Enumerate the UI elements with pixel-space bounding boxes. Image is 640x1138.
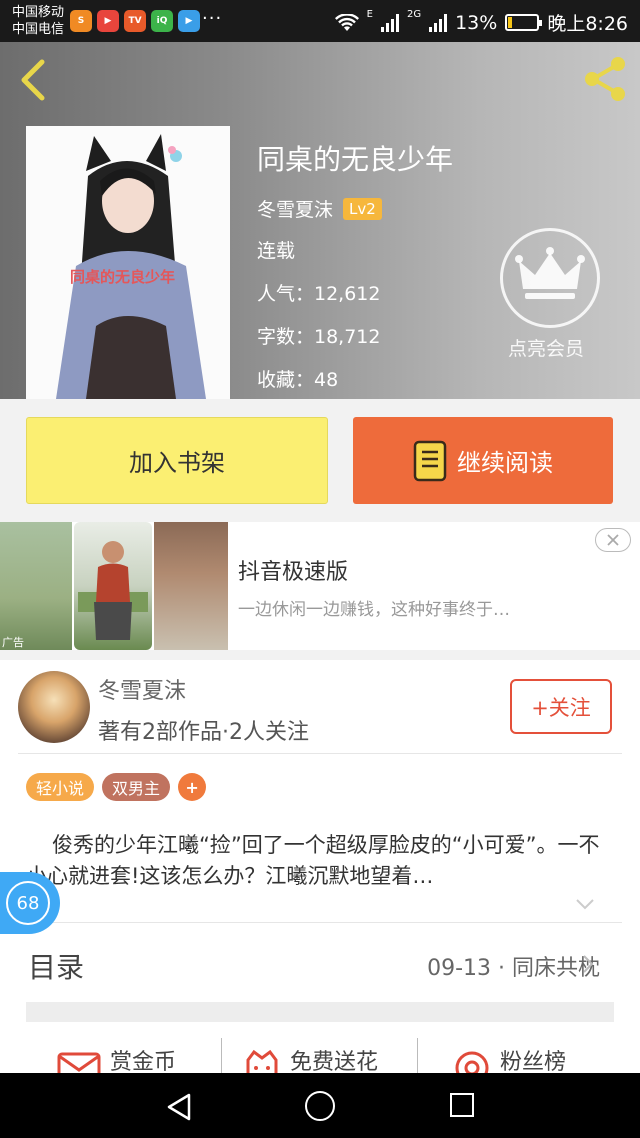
reward-coins-button[interactable]: 赏金币 <box>56 1040 176 1073</box>
notification-icons: S ▶ TV iQ ▶ <box>70 10 200 32</box>
section-divider-bar <box>26 1002 614 1022</box>
floating-badge[interactable]: 68 <box>0 872 60 934</box>
book-title: 同桌的无良少年 <box>257 143 454 176</box>
iqiyi-icon: iQ <box>151 10 173 32</box>
follow-button[interactable]: +关注 <box>510 679 612 734</box>
chevron-right-icon[interactable] <box>580 953 596 975</box>
divider <box>221 1038 222 1073</box>
add-to-shelf-label: 加入书架 <box>129 449 225 477</box>
add-to-shelf-button[interactable]: 加入书架 <box>26 417 328 504</box>
chevron-down-icon[interactable] <box>575 898 595 910</box>
status-bar: 中国移动 中国电信 S ▶ TV iQ ▶ ··· E 2G 13% 晚上8:2… <box>0 0 640 42</box>
latest-chapter[interactable]: 09-13 · 同床共枕 <box>427 950 600 982</box>
fan-ranking-button[interactable]: 粉丝榜 <box>452 1040 566 1073</box>
continue-reading-label: 继续阅读 <box>457 449 553 477</box>
vip-crown-button[interactable] <box>500 228 600 328</box>
system-nav-bar <box>0 1073 640 1138</box>
ad-title: 抖音极速版 <box>238 560 349 585</box>
nav-home-icon[interactable] <box>305 1091 335 1121</box>
wifi-icon <box>334 13 359 31</box>
cover-illustration <box>26 126 230 399</box>
carrier-1: 中国移动 <box>12 5 65 20</box>
carrier-2: 中国电信 <box>12 22 65 37</box>
author-name[interactable]: 冬雪夏沫 <box>257 195 333 222</box>
free-flowers-label: 免费送花 <box>290 1050 379 1073</box>
continue-reading-button[interactable]: 继续阅读 <box>353 417 613 504</box>
divider <box>18 753 622 754</box>
vip-label[interactable]: 点亮会员 <box>508 334 584 361</box>
ad-person-image <box>78 541 148 640</box>
add-tag-button[interactable]: + <box>178 773 207 801</box>
author-level-badge: Lv2 <box>343 197 382 220</box>
share-icon[interactable] <box>580 54 630 104</box>
serial-status: 连载 <box>257 240 296 262</box>
close-icon <box>607 534 619 546</box>
reward-coins-label: 赏金币 <box>110 1050 177 1073</box>
ad-image-left <box>0 522 72 650</box>
nav-recent-apps-icon[interactable] <box>450 1093 474 1117</box>
target-icon <box>455 1051 489 1073</box>
book-intro[interactable]: 俊秀的少年江曦“捡”回了一个超级厚脸皮的“小可爱”。一不小心就进套!这该怎么办？… <box>26 830 614 892</box>
ad-image-center <box>74 522 152 650</box>
more-notifications-icon: ··· <box>202 8 223 29</box>
clock: 晚上8:26 <box>547 13 628 35</box>
tag-light-novel[interactable]: 轻小说 <box>26 773 95 801</box>
crown-icon <box>515 247 585 299</box>
app-notification-icon: S <box>70 10 92 32</box>
network-2-label: 2G <box>406 9 422 20</box>
bottom-action-row: 赏金币 免费送花 粉丝榜 <box>0 1036 640 1073</box>
popularity-count: 人气：12,612 <box>257 283 381 305</box>
book-icon <box>413 440 447 481</box>
fan-ranking-label: 粉丝榜 <box>500 1050 567 1073</box>
video-app-icon: ▶ <box>97 10 119 32</box>
book-cover[interactable]: 同桌的无良少年 <box>26 126 230 399</box>
divider <box>417 1038 418 1073</box>
battery-icon <box>505 14 543 31</box>
signal-icon-1 <box>380 13 399 32</box>
tag-double-male-lead[interactable]: 双男主 <box>102 773 171 801</box>
follow-label: +关注 <box>531 695 591 720</box>
tv-app-icon: TV <box>124 10 146 32</box>
free-flowers-button[interactable]: 免费送花 <box>242 1040 378 1073</box>
author-stats: 著有2部作品·2人关注 <box>98 720 309 745</box>
envelope-icon <box>57 1052 101 1073</box>
toc-label[interactable]: 目录 <box>28 946 84 986</box>
avatar[interactable] <box>18 671 90 743</box>
back-arrow-icon[interactable] <box>14 58 54 102</box>
flower-icon <box>246 1049 278 1073</box>
carrier-info: 中国移动 中国电信 <box>12 4 64 38</box>
ad-banner[interactable]: 广告 抖音极速版 一边休闲一边赚钱，这种好事终于… <box>0 522 640 650</box>
floating-badge-count: 68 <box>6 881 50 925</box>
network-1-label: E <box>366 9 373 20</box>
ad-image-right <box>154 522 228 650</box>
ad-tag: 广告 <box>2 636 24 649</box>
nav-back-icon[interactable] <box>166 1093 192 1121</box>
ad-close-button[interactable] <box>595 528 631 552</box>
card-author-name[interactable]: 冬雪夏沫 <box>98 673 186 705</box>
word-count: 字数：18,712 <box>257 326 381 348</box>
signal-icon-2 <box>429 13 448 32</box>
tag-list: 轻小说 双男主 + <box>26 773 207 801</box>
play-store-icon: ▶ <box>178 10 200 32</box>
battery-percent: 13% <box>455 11 498 34</box>
divider <box>18 922 622 923</box>
favorites-count: 收藏：48 <box>257 369 339 391</box>
cover-caption: 同桌的无良少年 <box>70 268 176 286</box>
ad-description: 一边休闲一边赚钱，这种好事终于… <box>238 600 510 620</box>
